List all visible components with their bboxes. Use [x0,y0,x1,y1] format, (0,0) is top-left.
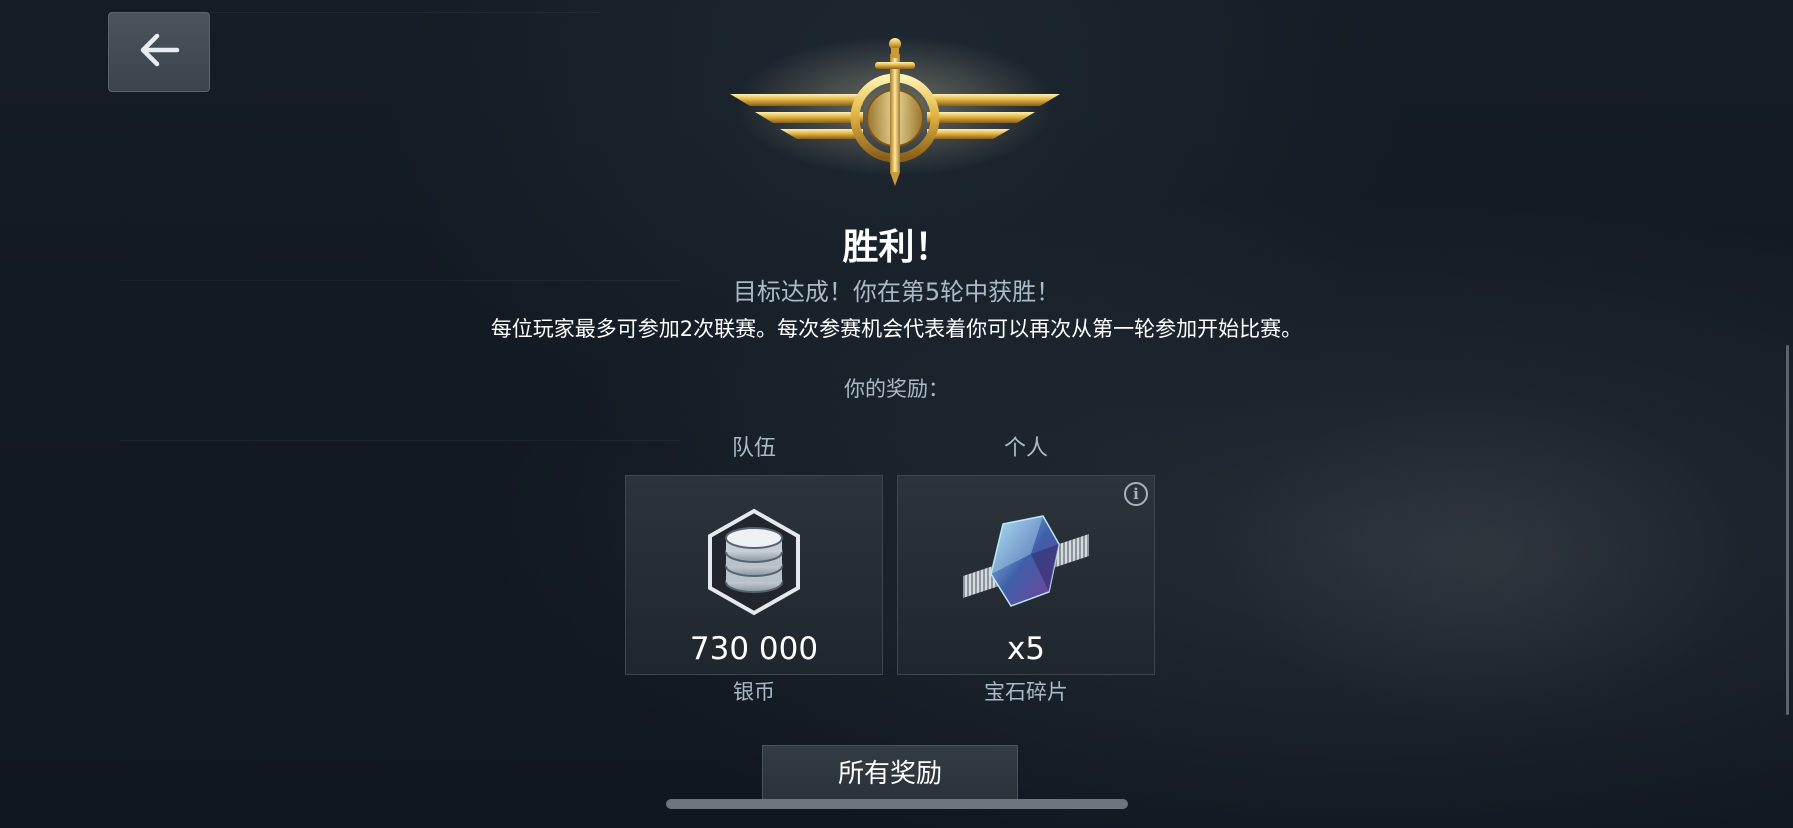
arrow-left-icon [135,30,183,74]
background-tank-silhouette [1180,360,1740,720]
home-indicator[interactable] [666,799,1128,809]
victory-title: 胜利！ [842,227,951,268]
personal-reward-card[interactable]: i x5 宝石碎片 [897,475,1155,704]
team-reward-name: 银币 [733,680,775,704]
scrollbar[interactable] [1786,345,1789,715]
personal-reward-amount: x5 [1006,631,1046,667]
all-rewards-button[interactable]: 所有奖励 [762,745,1018,805]
team-column-label: 队伍 [731,436,776,461]
silver-coins-icon [704,508,804,620]
gem-fragment-icon [961,514,1091,618]
info-icon[interactable]: i [1124,482,1148,506]
back-button[interactable] [108,12,210,92]
background-divider [120,440,680,441]
personal-column-label: 个人 [1003,436,1048,461]
league-description: 每位玩家最多可参加2次联赛。每次参赛机会代表着你可以再次从第一轮参加开始比赛。 [490,317,1303,341]
rewards-heading: 你的奖励： [844,377,949,401]
team-reward-card[interactable]: 730 000 银币 [625,475,883,704]
victory-emblem [725,36,1065,191]
victory-subtitle: 目标达成！你在第5轮中获胜！ [732,278,1061,306]
personal-reward-name: 宝石碎片 [984,680,1068,704]
team-reward-amount: 730 000 [689,631,819,667]
